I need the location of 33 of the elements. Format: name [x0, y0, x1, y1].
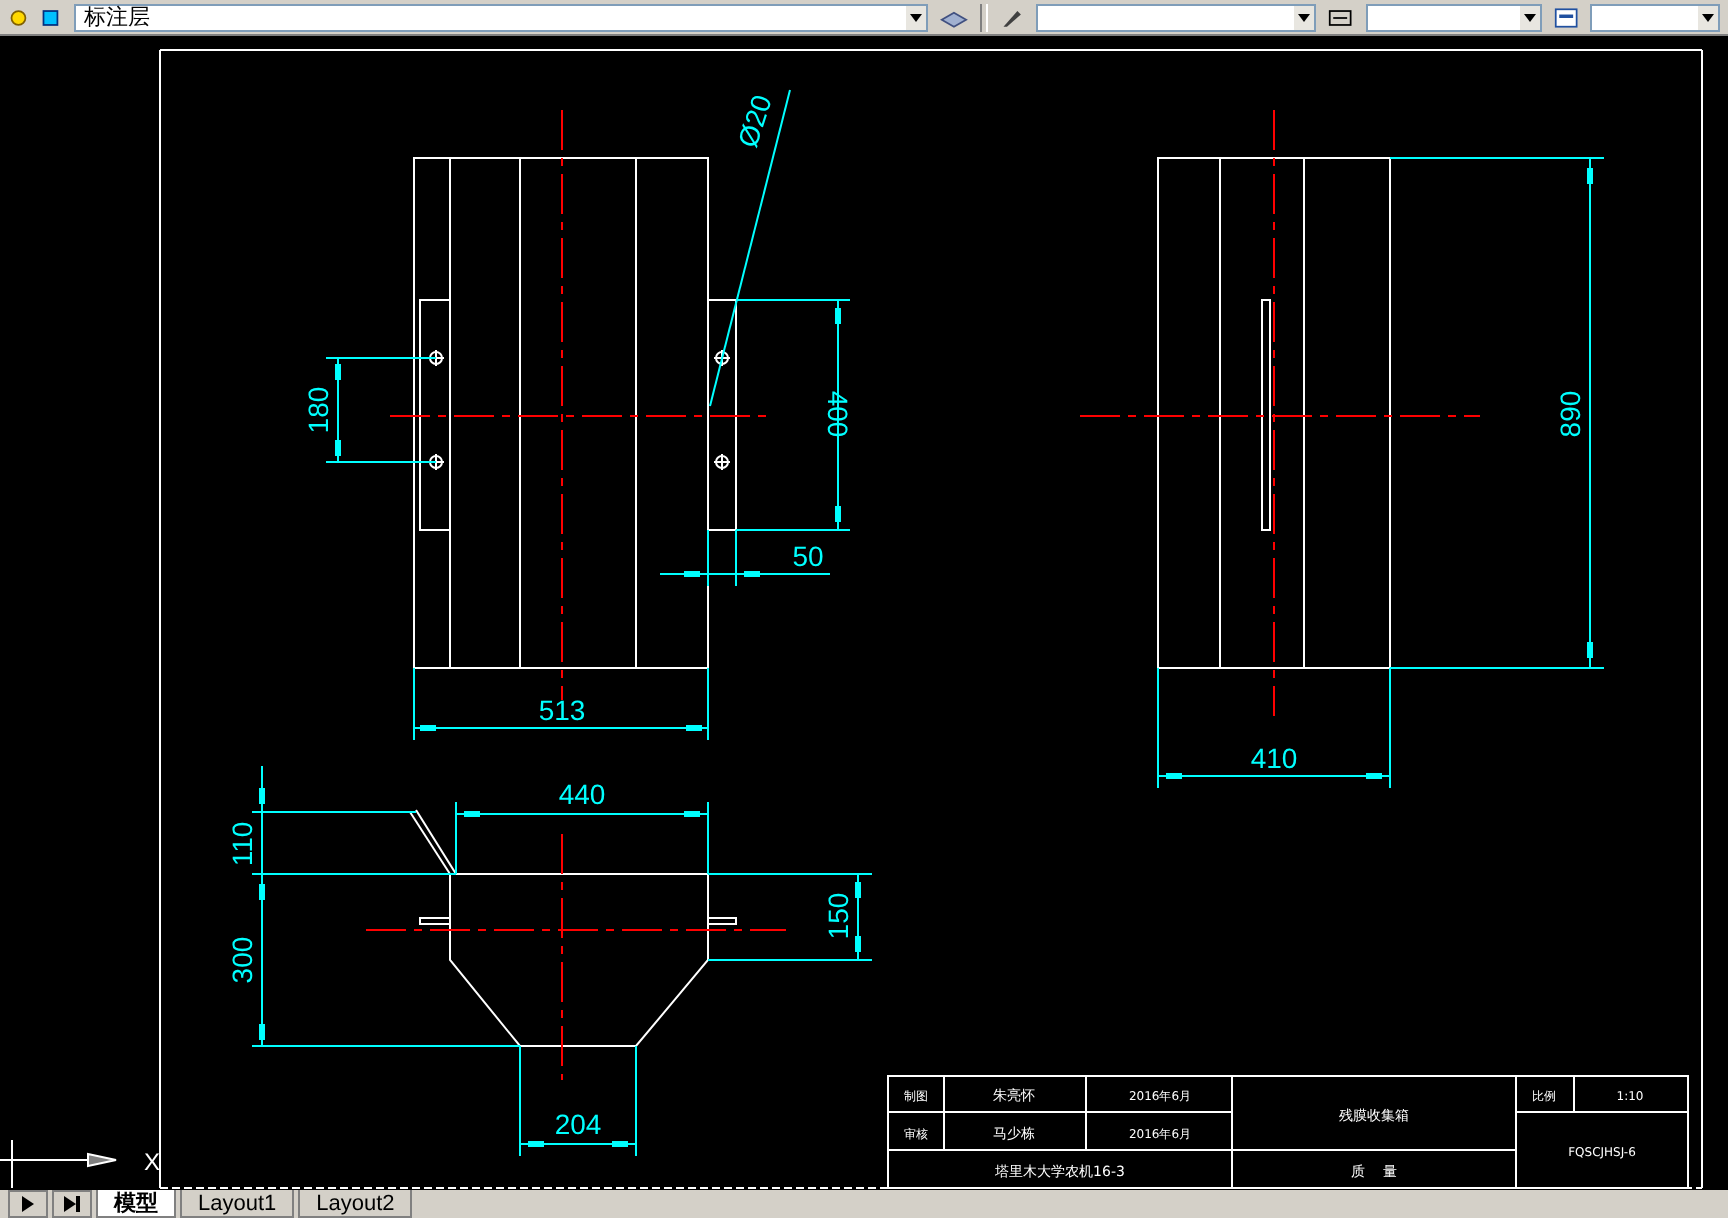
- hole-mark-icon: [427, 349, 445, 367]
- triangle-bar-icon: [64, 1196, 80, 1212]
- dimension-text: 890: [1554, 390, 1586, 438]
- hole-mark-icon: [427, 453, 445, 471]
- last-tab-button[interactable]: [52, 1190, 92, 1218]
- dimension-text: 440: [558, 778, 606, 810]
- dimension-text: 180: [302, 386, 334, 434]
- lineweight-icon[interactable]: [1553, 5, 1578, 29]
- color-dropdown[interactable]: [1036, 3, 1317, 31]
- layout-tab[interactable]: 模型: [96, 1190, 176, 1218]
- dimension-text: 410: [1250, 742, 1298, 774]
- axis-label: X: [144, 1148, 160, 1176]
- layout-tab[interactable]: Layout2: [298, 1190, 413, 1218]
- dimension-text: 110: [226, 821, 258, 867]
- scroll-tab-button[interactable]: [8, 1190, 48, 1218]
- dimension-text: 513: [538, 694, 586, 726]
- dimension-text: 204: [554, 1108, 602, 1140]
- dimension-text: 150: [822, 892, 854, 940]
- dimension-text: 300: [226, 936, 258, 984]
- layout-tab[interactable]: Layout1: [180, 1190, 295, 1218]
- layer-icon[interactable]: [40, 5, 62, 29]
- dimension-text: 50: [792, 540, 824, 572]
- layer-dropdown[interactable]: 标注层: [73, 3, 929, 31]
- layer-icon[interactable]: [8, 5, 29, 29]
- linetype-icon[interactable]: [1328, 5, 1354, 29]
- hole-mark-icon: [713, 453, 731, 471]
- hole-mark-icon: [713, 349, 731, 367]
- linetype-dropdown[interactable]: [1365, 3, 1542, 31]
- brush-icon[interactable]: [1000, 5, 1025, 29]
- ucs-axis-icon: [0, 1139, 117, 1189]
- lineweight-dropdown[interactable]: [1589, 3, 1720, 31]
- triangle-icon: [22, 1196, 34, 1212]
- dimension-text: Ø20: [731, 90, 778, 152]
